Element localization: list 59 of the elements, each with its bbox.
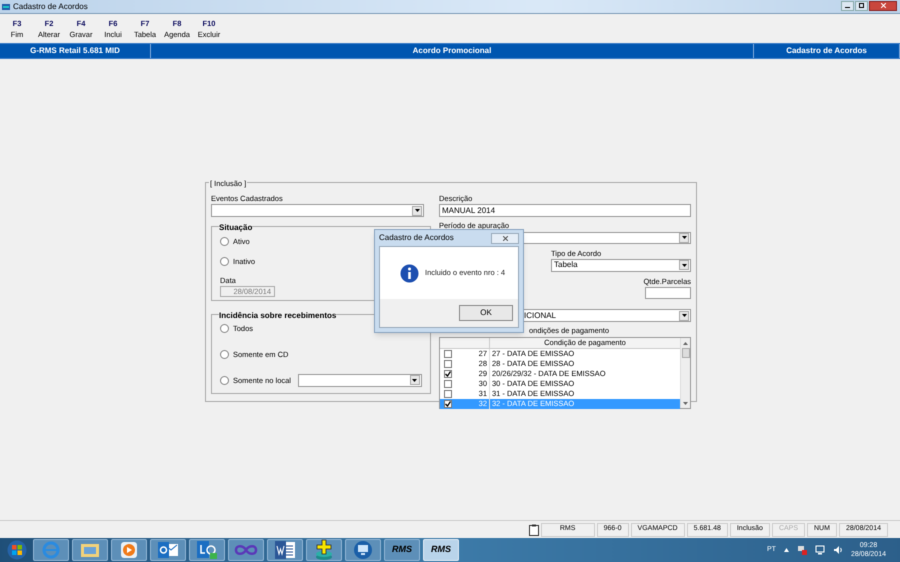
database-plus-icon — [313, 539, 335, 561]
scroll-down-icon[interactable] — [683, 401, 688, 406]
checkbox[interactable] — [444, 350, 452, 358]
ok-button[interactable]: OK — [459, 305, 513, 321]
restore-button[interactable] — [855, 0, 868, 10]
location-dropdown[interactable] — [298, 374, 422, 387]
taskbar-button[interactable] — [345, 539, 381, 561]
scroll-thumb[interactable] — [682, 348, 690, 358]
radio-button[interactable] — [220, 256, 229, 266]
checkbox[interactable] — [444, 400, 452, 408]
show-hidden-icons-icon[interactable] — [784, 548, 789, 552]
radio-button[interactable] — [220, 237, 229, 246]
taskbar-button[interactable] — [267, 539, 303, 561]
events-dropdown[interactable] — [211, 204, 424, 218]
checkbox[interactable] — [444, 390, 452, 398]
close-icon — [880, 3, 886, 8]
radio-button[interactable] — [220, 324, 229, 334]
header-bar-cell: Acordo Promocional — [151, 44, 754, 58]
dialog-title: Cadastro de Acordos — [379, 232, 454, 244]
window-title: Cadastro de Acordos — [13, 0, 88, 12]
app-logo: RMS — [391, 543, 413, 556]
close-button[interactable] — [491, 232, 519, 244]
radio-button[interactable] — [220, 350, 229, 359]
checkbox[interactable] — [444, 360, 452, 368]
folder-icon — [80, 541, 100, 559]
radio-button[interactable] — [220, 376, 229, 385]
app-icon — [2, 4, 10, 10]
monitor-icon — [353, 540, 373, 560]
checkbox[interactable] — [444, 380, 452, 388]
app-logo: RMS — [430, 543, 452, 556]
close-icon — [502, 236, 508, 240]
mail-app-icon — [157, 541, 179, 559]
class-dropdown[interactable]: ICIONAL — [521, 309, 691, 322]
agreement-type-dropdown[interactable]: Tabela — [551, 258, 691, 272]
close-button[interactable] — [869, 0, 897, 10]
flag-icon[interactable] — [796, 545, 807, 555]
minimize-button[interactable] — [841, 0, 854, 10]
scrollbar[interactable] — [680, 338, 690, 408]
volume-icon[interactable] — [832, 545, 843, 555]
header-bar-cell: G-RMS Retail 5.681 MID — [0, 44, 151, 58]
taskbar-button[interactable]: RMS — [384, 539, 420, 561]
group-title: Situação — [219, 222, 252, 234]
taskbar-button[interactable] — [111, 539, 147, 561]
taskbar-button[interactable] — [150, 539, 186, 561]
info-icon — [400, 264, 419, 282]
document-app-icon — [274, 540, 296, 560]
play-icon — [120, 541, 138, 559]
clipboard-icon — [528, 524, 539, 536]
taskbar-button[interactable] — [189, 539, 225, 561]
taskbar-button[interactable] — [228, 539, 264, 561]
taskbar-button[interactable]: RMS — [423, 539, 459, 561]
infinity-icon — [234, 544, 258, 556]
chat-app-icon — [196, 540, 218, 560]
checkbox[interactable] — [444, 370, 452, 378]
taskbar-button[interactable] — [306, 539, 342, 561]
description-field[interactable]: MANUAL 2014 — [439, 204, 691, 218]
scroll-up-icon[interactable] — [683, 341, 688, 346]
header-bar-cell: Cadastro de Acordos — [754, 44, 900, 58]
installments-field[interactable] — [645, 287, 691, 299]
